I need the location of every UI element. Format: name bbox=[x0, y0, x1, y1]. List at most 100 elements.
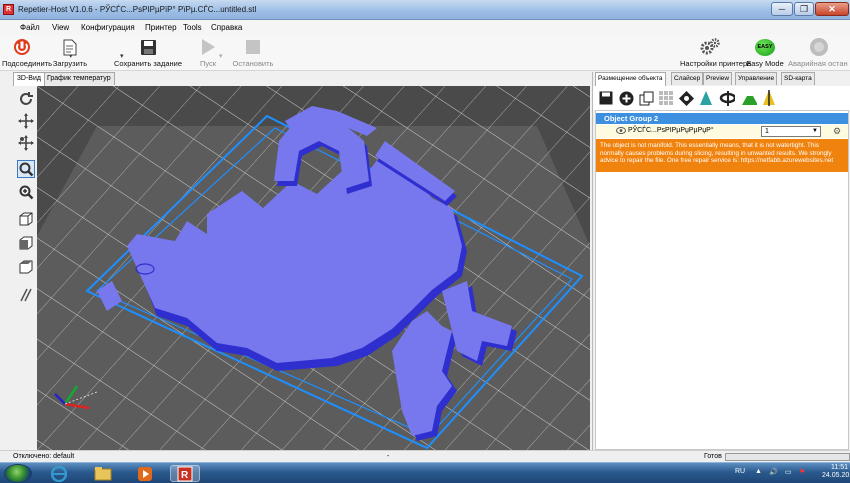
start-button[interactable]: Пуск bbox=[196, 37, 220, 68]
svg-text:R: R bbox=[181, 470, 189, 481]
emergency-stop-button[interactable]: Аварийная остан bbox=[788, 37, 850, 68]
object-name: РЎСЃС...РѕРІРµРџРµРџР° bbox=[628, 127, 714, 134]
load-label: Загрузить bbox=[52, 59, 88, 68]
menu-help[interactable]: Справка bbox=[211, 23, 242, 32]
printer-settings-button[interactable]: Настройки принтера bbox=[680, 37, 752, 68]
language-indicator[interactable]: RU bbox=[735, 468, 745, 475]
window-title: Repetier-Host V1.0.6 - РЎСЃС...РѕРІРµРїР… bbox=[18, 5, 257, 14]
ready-status: Готов bbox=[704, 453, 722, 460]
stop-icon bbox=[228, 37, 278, 57]
floppy-icon bbox=[98, 37, 198, 57]
tab-slicer[interactable]: Слайсер bbox=[671, 72, 704, 85]
volume-icon[interactable]: 🔊 bbox=[769, 468, 778, 476]
save-job-button[interactable]: Сохранить задание bbox=[98, 37, 198, 68]
easy-badge: EASY bbox=[755, 38, 775, 56]
reset-view-icon[interactable] bbox=[17, 90, 35, 108]
center-object-icon[interactable] bbox=[678, 90, 694, 106]
rotate-icon[interactable] bbox=[17, 112, 35, 130]
menu-tools[interactable]: Tools bbox=[183, 23, 202, 32]
power-icon bbox=[2, 37, 42, 57]
tab-3d-view[interactable]: 3D-Вид bbox=[13, 72, 45, 86]
view-front-icon[interactable] bbox=[17, 234, 35, 252]
eye-icon[interactable] bbox=[616, 127, 626, 136]
tab-sd-card[interactable]: SD-карта bbox=[781, 72, 815, 85]
flag-icon[interactable]: ⚑ bbox=[799, 468, 805, 476]
tab-manual-control[interactable]: Управление bbox=[735, 72, 778, 85]
chevron-up-icon[interactable]: ▲ bbox=[755, 468, 762, 475]
chevron-down-icon: ▼ bbox=[812, 128, 818, 134]
explorer-taskbar-icon[interactable] bbox=[88, 465, 118, 482]
browser-taskbar-icon[interactable] bbox=[44, 465, 74, 482]
save-job-label: Сохранить задание bbox=[113, 59, 182, 68]
clock[interactable]: 11:51 24.05.2018 bbox=[822, 464, 850, 480]
tab-temperature-graph[interactable]: График температур bbox=[43, 72, 115, 85]
emergency-stop-icon bbox=[788, 37, 850, 57]
connection-status: Отключено: default bbox=[13, 453, 75, 460]
document-icon bbox=[48, 37, 92, 57]
app-icon: R bbox=[3, 4, 14, 15]
repetier-taskbar-icon[interactable]: R bbox=[170, 465, 200, 482]
connect-label: Подсоединить bbox=[2, 59, 53, 68]
media-player-taskbar-icon[interactable] bbox=[130, 465, 160, 482]
save-object-icon[interactable] bbox=[598, 90, 614, 106]
land-on-face-icon[interactable] bbox=[741, 90, 757, 106]
copies-value: 1 bbox=[765, 128, 769, 135]
title-bar: R Repetier-Host V1.0.6 - РЎСЃС...РѕРІРµР… bbox=[0, 0, 850, 20]
easy-mode-label: Easy Mode bbox=[746, 59, 784, 68]
stop-label: Остановить bbox=[232, 59, 274, 68]
view-iso-icon[interactable] bbox=[17, 210, 35, 228]
emergency-stop-label: Аварийная остан bbox=[788, 59, 848, 68]
copy-object-icon[interactable] bbox=[638, 90, 654, 106]
zoom-fit-icon[interactable] bbox=[17, 183, 35, 201]
object-placement-panel: Размещение объекта Слайсер Preview Управ… bbox=[592, 72, 850, 450]
gears-icon bbox=[680, 37, 740, 57]
stop-button[interactable]: Остановить bbox=[228, 37, 278, 68]
right-tabs: Размещение объекта Слайсер Preview Управ… bbox=[595, 72, 850, 86]
parallel-view-icon[interactable] bbox=[17, 286, 35, 304]
view-tools-sidebar bbox=[14, 86, 36, 448]
autoposition-icon[interactable] bbox=[658, 90, 674, 106]
progress-bar bbox=[725, 453, 850, 461]
object-toolbar bbox=[593, 86, 850, 110]
drop-to-bed-icon[interactable] bbox=[698, 90, 714, 106]
menu-printer[interactable]: Принтер bbox=[145, 23, 177, 32]
mirror-object-icon[interactable] bbox=[761, 90, 777, 106]
status-center: - bbox=[387, 453, 390, 460]
manifold-warning: The object is not manifold. This essenti… bbox=[596, 139, 848, 172]
gear-icon[interactable]: ⚙ bbox=[833, 126, 841, 137]
menu-bar: Файл View Конфигурация Принтер Tools Спр… bbox=[0, 20, 850, 35]
taskbar: R RU ▲ 🔊 ▭ ⚑ 11:51 24.05.2018 bbox=[0, 462, 850, 483]
start-button[interactable] bbox=[4, 464, 32, 483]
connect-button[interactable]: Подсоединить bbox=[2, 37, 53, 68]
maximize-button[interactable]: ❐ bbox=[794, 2, 814, 16]
add-object-icon[interactable] bbox=[618, 90, 634, 106]
easy-mode-icon: EASY bbox=[744, 37, 786, 57]
menu-view[interactable]: View bbox=[52, 23, 69, 32]
network-icon[interactable]: ▭ bbox=[785, 468, 792, 476]
easy-mode-button[interactable]: EASY Easy Mode bbox=[744, 37, 786, 68]
copies-select[interactable]: 1 ▼ bbox=[761, 126, 821, 137]
printer-settings-label: Настройки принтера bbox=[680, 59, 752, 68]
menu-file[interactable]: Файл bbox=[20, 23, 40, 32]
menu-config[interactable]: Конфигурация bbox=[81, 23, 135, 32]
tab-preview[interactable]: Preview bbox=[703, 72, 733, 85]
chevron-down-icon[interactable]: ▾ bbox=[219, 52, 223, 60]
object-list: Object Group 2 РЎСЃС...РѕРІРµРџРµРџР° 1 ▼… bbox=[595, 110, 849, 450]
load-button[interactable]: Загрузить bbox=[48, 37, 92, 68]
tab-object-placement[interactable]: Размещение объекта bbox=[595, 72, 666, 86]
object-row[interactable]: РЎСЃС...РѕРІРµРџРµРџР° 1 ▼ ⚙ bbox=[596, 125, 848, 138]
toolbar: Подсоединить ▾ Загрузить ▾ Сохранить зад… bbox=[0, 35, 850, 71]
clock-time: 11:51 bbox=[831, 464, 849, 471]
minimize-button[interactable]: ─ bbox=[771, 2, 793, 16]
zoom-icon[interactable] bbox=[17, 160, 35, 178]
cut-object-icon[interactable] bbox=[719, 90, 735, 106]
move-icon[interactable] bbox=[17, 134, 35, 152]
clock-date: 24.05.2018 bbox=[822, 472, 850, 479]
start-label: Пуск bbox=[199, 59, 217, 68]
play-icon bbox=[196, 37, 220, 57]
object-group-header[interactable]: Object Group 2 bbox=[596, 113, 848, 124]
view-top-icon[interactable] bbox=[17, 258, 35, 276]
status-bar: Отключено: default - Готов bbox=[0, 450, 850, 462]
3d-viewport[interactable] bbox=[37, 86, 590, 450]
close-button[interactable]: ✕ bbox=[815, 2, 849, 16]
